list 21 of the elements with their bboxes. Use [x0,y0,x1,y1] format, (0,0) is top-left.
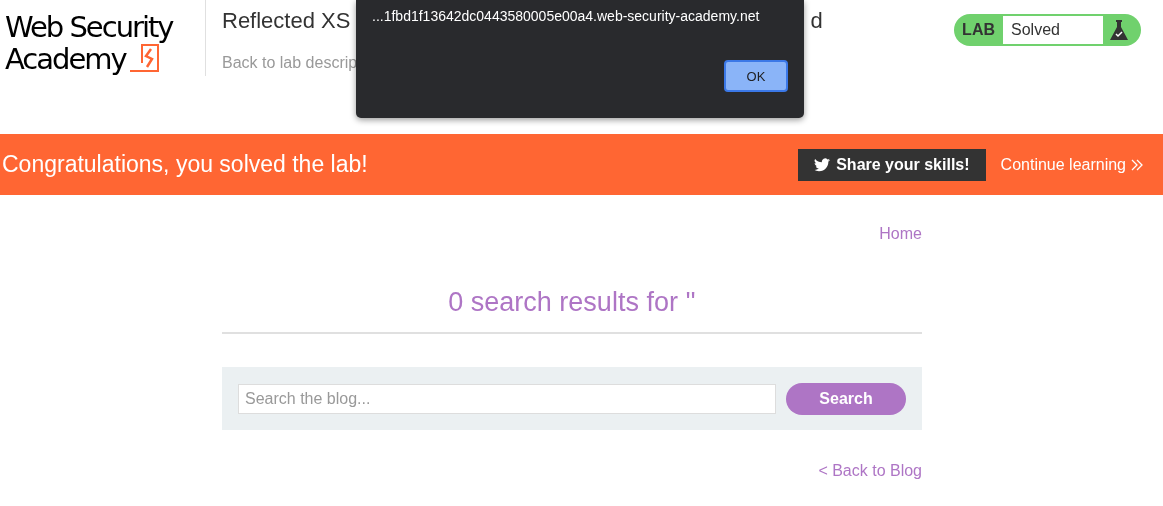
chevrons-icon [1130,158,1144,171]
lab-title: Reflected XS [222,8,351,34]
banner-message: Congratulations, you solved the lab! [2,151,369,178]
lab-title: d [810,8,823,34]
share-button[interactable]: Share your skills! [798,148,986,181]
search-button[interactable]: Search [786,382,906,415]
ok-button[interactable]: OK [724,60,788,92]
logo[interactable]: Web Security Academy [0,0,206,76]
search-field[interactable]: Search the blog... [238,383,776,414]
back-to-blog-link[interactable]: < Back to Blog [818,462,922,480]
continue-link[interactable]: Continue learning [1000,155,1144,174]
logo-text: Web Security [5,12,175,43]
badge-label: LAB [962,21,995,39]
lightning-icon [127,43,162,73]
flask-icon [1109,19,1129,41]
dialog-message: ...1fbd1f13642dc0443580005e00a4.web-security-academy.net [372,8,761,24]
status-text: Solved [1003,16,1103,44]
bird-icon [814,157,831,172]
home-link[interactable]: Home [879,225,922,243]
logo-text: Academy [5,44,126,75]
results-heading: 0 search results for '' [222,287,922,334]
